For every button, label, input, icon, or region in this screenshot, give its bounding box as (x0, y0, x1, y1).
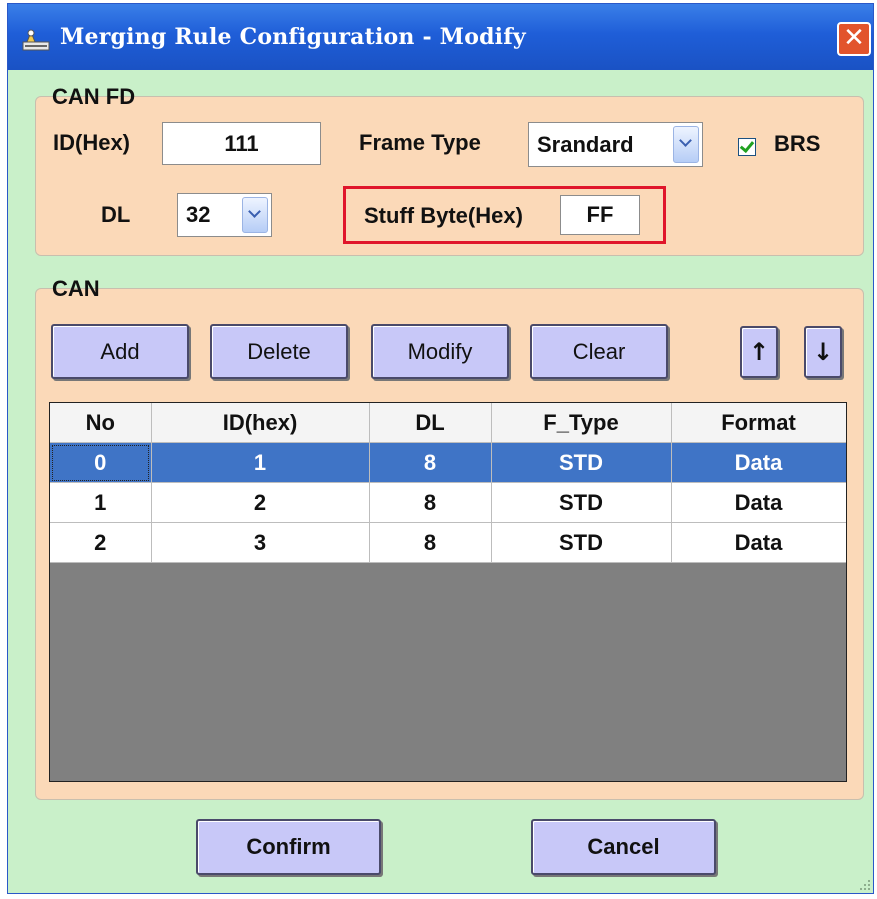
col-header-format[interactable]: Format (671, 403, 846, 443)
cell-ftype[interactable]: STD (491, 522, 672, 563)
cell-id[interactable]: 2 (151, 482, 370, 523)
col-header-dl[interactable]: DL (369, 403, 492, 443)
cell-format[interactable]: Data (671, 482, 846, 523)
cell-id[interactable]: 1 (151, 442, 370, 483)
chevron-down-icon[interactable] (242, 197, 268, 233)
col-header-no[interactable]: No (50, 403, 152, 443)
cell-dl[interactable]: 8 (369, 522, 492, 563)
col-header-id[interactable]: ID(hex) (151, 403, 370, 443)
cell-no[interactable]: 0 (50, 442, 152, 483)
frame-type-label: Frame Type (359, 130, 481, 155)
col-header-ftype[interactable]: F_Type (491, 403, 672, 443)
can-group-title: CAN (52, 276, 100, 301)
table-row[interactable]: 1 2 8 STD Data (50, 482, 846, 523)
id-hex-label: ID(Hex) (53, 130, 131, 155)
brs-checkbox[interactable] (738, 138, 756, 156)
cell-format[interactable]: Data (671, 442, 846, 483)
move-up-button[interactable]: ↑ (740, 326, 778, 378)
cell-format[interactable]: Data (671, 522, 846, 563)
cell-id[interactable]: 3 (151, 522, 370, 563)
dl-select[interactable]: 32 (177, 193, 272, 237)
dl-label: DL (101, 202, 131, 227)
resize-grip-icon[interactable] (857, 877, 871, 891)
close-button[interactable]: ✕ (837, 22, 871, 56)
delete-button[interactable]: Delete (210, 324, 348, 379)
canfd-group-title: CAN FD (52, 84, 136, 109)
close-icon: ✕ (843, 23, 865, 53)
modify-button[interactable]: Modify (371, 324, 509, 379)
stuff-byte-input[interactable]: FF (560, 195, 640, 235)
clear-button[interactable]: Clear (530, 324, 668, 379)
chevron-down-icon[interactable] (673, 126, 699, 163)
move-down-button[interactable]: ↓ (804, 326, 842, 378)
table-row[interactable]: 2 3 8 STD Data (50, 522, 846, 563)
frame-type-select[interactable]: Srandard (528, 122, 703, 167)
stuff-byte-label: Stuff Byte(Hex) (364, 203, 523, 228)
cell-no[interactable]: 1 (50, 482, 152, 523)
table-header-row: No ID(hex) DL F_Type Format (50, 403, 846, 443)
cell-ftype[interactable]: STD (491, 442, 672, 483)
table-row[interactable]: 0 1 8 STD Data (50, 442, 846, 483)
dl-value: 32 (186, 202, 211, 227)
cell-ftype[interactable]: STD (491, 482, 672, 523)
rules-table-grid: No ID(hex) DL F_Type Format 0 1 8 STD Da… (50, 403, 846, 563)
cancel-button[interactable]: Cancel (531, 819, 716, 875)
brs-label: BRS (774, 131, 821, 156)
id-hex-input[interactable]: 111 (162, 122, 321, 165)
window-title: Merging Rule Configuration - Modify (60, 24, 526, 50)
rules-table[interactable]: No ID(hex) DL F_Type Format 0 1 8 STD Da… (49, 402, 847, 782)
title-bar[interactable]: Merging Rule Configuration - Modify ✕ (8, 4, 873, 70)
confirm-button[interactable]: Confirm (196, 819, 381, 875)
add-button[interactable]: Add (51, 324, 189, 379)
frame-type-value: Srandard (537, 132, 634, 157)
cell-dl[interactable]: 8 (369, 482, 492, 523)
cell-dl[interactable]: 8 (369, 442, 492, 483)
app-icon (22, 29, 50, 51)
cell-no[interactable]: 2 (50, 522, 152, 563)
dialog-window: Merging Rule Configuration - Modify ✕ CA… (7, 3, 874, 894)
